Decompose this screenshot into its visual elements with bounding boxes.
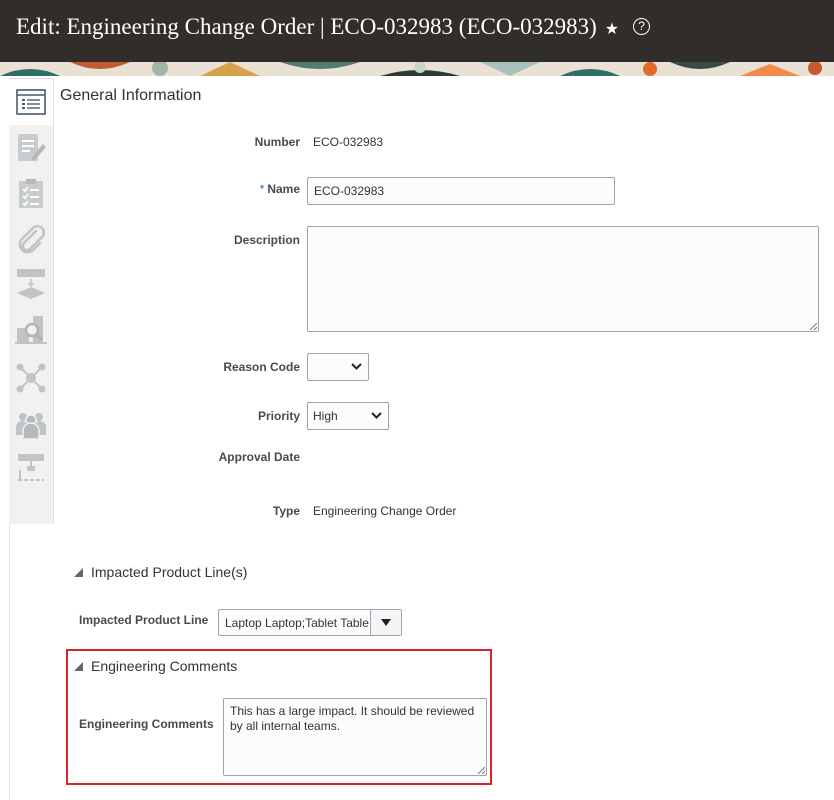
name-input[interactable] — [307, 177, 615, 205]
section-sidebar — [9, 78, 54, 800]
list-icon[interactable] — [15, 86, 47, 118]
paperclip-icon[interactable] — [15, 224, 47, 256]
page-title: Edit: Engineering Change Order | ECO-032… — [16, 14, 597, 39]
name-label-row: * Name — [260, 182, 300, 196]
priority-select[interactable]: High — [307, 402, 389, 430]
impacted-product-line-combobox[interactable]: Laptop Laptop;Tablet Table — [218, 609, 402, 636]
collapse-triangle-icon — [74, 567, 83, 577]
description-label: Description — [233, 233, 300, 247]
chevron-down-icon — [371, 412, 382, 419]
help-icon[interactable]: ? — [633, 17, 651, 35]
name-label: Name — [267, 182, 300, 196]
dropdown-button[interactable] — [371, 610, 401, 635]
resize-grip-icon[interactable] — [477, 766, 485, 774]
people-icon[interactable] — [15, 408, 47, 440]
impacted-section-toggle[interactable]: Impacted Product Line(s) — [74, 564, 247, 580]
reason-code-label: Reason Code — [223, 360, 300, 374]
sidebar-rail — [9, 524, 54, 800]
reason-code-select[interactable] — [307, 353, 369, 381]
approval-date-label: Approval Date — [218, 450, 300, 464]
engineering-comments-value: This has a large impact. It should be re… — [230, 704, 475, 733]
network-icon[interactable] — [15, 362, 47, 394]
impacted-section-title: Impacted Product Line(s) — [91, 564, 248, 580]
caret-down-icon — [381, 618, 391, 626]
type-value: Engineering Change Order — [313, 504, 457, 518]
number-value: ECO-032983 — [313, 135, 384, 149]
number-label: Number — [254, 135, 300, 149]
comments-section-toggle[interactable]: Engineering Comments — [74, 658, 237, 674]
general-information-heading: General Information — [60, 87, 202, 104]
star-icon[interactable]: ★ — [605, 19, 619, 39]
type-label: Type — [272, 504, 300, 518]
required-marker: * — [259, 182, 265, 196]
checklist-icon[interactable] — [15, 178, 47, 210]
chevron-down-icon — [351, 363, 362, 370]
comments-section-title: Engineering Comments — [91, 658, 238, 674]
search-document-icon[interactable] — [15, 314, 47, 346]
page-title-row: Edit: Engineering Change Order | ECO-032… — [16, 14, 651, 40]
page-header: Edit: Engineering Change Order | ECO-032… — [0, 0, 834, 62]
description-textarea[interactable] — [307, 226, 819, 332]
impacted-product-line-value: Laptop Laptop;Tablet Table — [219, 610, 371, 635]
priority-value: High — [313, 409, 338, 423]
hierarchy-icon[interactable] — [15, 452, 47, 484]
edit-document-icon[interactable] — [15, 132, 47, 164]
impacted-product-line-label: Impacted Product Line — [79, 613, 209, 627]
workflow-icon[interactable] — [15, 268, 47, 300]
priority-label: Priority — [257, 409, 300, 423]
engineering-comments-textarea[interactable]: This has a large impact. It should be re… — [223, 698, 487, 776]
engineering-comments-label: Engineering Comments — [79, 717, 214, 731]
collapse-triangle-icon — [74, 661, 83, 671]
decorative-banner — [0, 62, 834, 76]
resize-grip-icon[interactable] — [809, 322, 817, 330]
